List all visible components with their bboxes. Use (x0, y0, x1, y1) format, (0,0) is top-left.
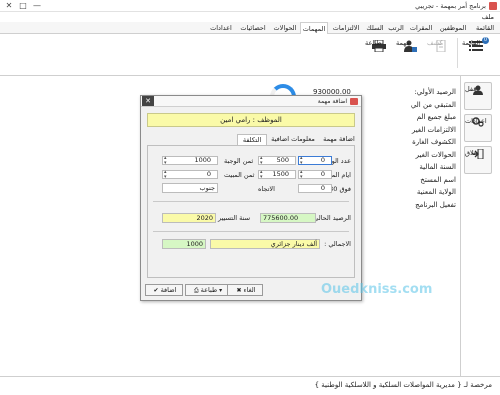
tab-menu[interactable]: القائمة (470, 22, 500, 34)
close-icon: ✖ (236, 287, 242, 294)
stepper-arrows-icon: ▴ ▾ (164, 155, 167, 166)
summary-list: الرصيد الأولي: المتبقي من الي مبلغ جميع … (366, 86, 456, 211)
add-button[interactable]: ✔ اضافة (145, 284, 183, 296)
night-cost-stepper[interactable]: ▴ ▾ 0 (162, 169, 218, 180)
year-label: سنة التسيير (218, 214, 251, 222)
close-app-button-label: اغلاق (465, 149, 480, 157)
meal-cost-stepper[interactable]: ▴ ▾ 1000 (162, 155, 218, 166)
ribbon-toolbar: 0 القائمة كشف مهمة طباعة (0, 34, 500, 76)
status-bar: مرخصة لـ { مديرية المواصلات السلكية و ال… (0, 376, 500, 395)
summary-item: الكشوف الغارة (412, 138, 456, 146)
lock-button[interactable]: قفل (464, 82, 492, 110)
summary-item: السنة المالية (419, 163, 456, 171)
panel-divider (153, 231, 349, 232)
tab-settings[interactable]: اعدادات (206, 22, 236, 34)
tab-statistics[interactable]: احصائيات (236, 22, 270, 34)
direction-select[interactable]: جنوب (162, 183, 218, 193)
dialog-close-button[interactable]: ✕ (142, 96, 154, 106)
right-sidebar: قفل اعدادات اغلاق (460, 76, 500, 376)
close-app-button[interactable]: اغلاق (464, 146, 492, 174)
balance-field: 775600.00 (260, 213, 316, 223)
tab-commitments[interactable]: الالتزامات (328, 22, 364, 34)
task-button-label: مهمة (396, 39, 410, 47)
task-button[interactable]: مهمة (396, 37, 424, 71)
chevron-down-icon: ▾ (219, 287, 223, 294)
summary-item: الولاية المعنية (416, 188, 456, 196)
ribbon-tabs: القائمة الموظفين المقرات الرتب السلك الا… (0, 22, 500, 35)
close-window-button[interactable]: ✕ (2, 0, 16, 12)
cost-panel: عدد الوجبات ▴ ▾ 0 ▴ ▾ 500 ثمن الوجبة ▴ ▾ 10… (147, 145, 355, 278)
stepper-arrows-icon: ▴ ▾ (260, 155, 263, 166)
settings-button[interactable]: اعدادات (464, 114, 492, 142)
tab-corps[interactable]: السلك (364, 22, 386, 34)
year-field: 2020 (162, 213, 216, 223)
nights-stepper[interactable]: ▴ ▾ 0 (298, 169, 332, 180)
print-button[interactable]: طباعة (365, 37, 393, 71)
cancel-button[interactable]: ✖ الغاء (227, 284, 263, 296)
print-button-label: طباعة (365, 39, 382, 47)
total-value-field: 1000 (162, 239, 206, 249)
night-cost-label: ثمن المبيت (224, 171, 255, 179)
total-label: الاجمالي : (324, 240, 351, 248)
summary-item: تفعيل البرنامج (415, 200, 456, 209)
add-task-dialog: ✕ اضافة مهمة الموظف : رامي امين اضافة مه… (140, 95, 432, 301)
summary-item: مبلغ جميع الم (416, 113, 456, 121)
lock-button-label: قفل (465, 85, 477, 93)
tab-extra-info[interactable]: معلومات اضافية (267, 134, 319, 145)
meal-price-stepper[interactable]: ▴ ▾ 500 (258, 155, 296, 166)
tab-ranks[interactable]: الرتب (386, 22, 406, 34)
file-menu[interactable]: ملف (482, 12, 494, 22)
title-bar: ✕ □ — برنامج أمر بمهمة - تجريبي (0, 0, 500, 12)
printer-icon: ⎙ (193, 287, 199, 294)
list-button-label: القائمة (462, 39, 481, 47)
maximize-window-button[interactable]: □ (16, 0, 30, 12)
direction-label: الاتجاه (258, 185, 275, 193)
ribbon-separator (457, 38, 458, 68)
summary-item: المتبقي من الي (410, 100, 456, 109)
over-30-field[interactable]: 0 (298, 184, 332, 193)
license-text: مرخصة لـ { مديرية المواصلات السلكية و ال… (314, 381, 492, 389)
tab-transfers[interactable]: الحوالات (270, 22, 300, 34)
dialog-title: اضافة مهمة (317, 98, 347, 105)
hide-button[interactable]: كشف (427, 37, 455, 71)
stepper-arrows-icon: ▴ ▾ (260, 169, 263, 180)
print-dropdown-button[interactable]: ⎙ طباعة ▾ (185, 284, 231, 296)
menu-bar: ملف (0, 12, 500, 22)
list-button[interactable]: 0 القائمة (462, 37, 490, 71)
dialog-icon (350, 98, 358, 105)
tab-employees[interactable]: الموظفين (436, 22, 470, 34)
total-in-words-field: ألف دينار جزائري (210, 239, 320, 249)
list-badge: 0 (482, 37, 489, 44)
balance-label: الرصيد الحالي (313, 214, 351, 222)
summary-item: الرصيد الأولي: (414, 88, 456, 96)
dialog-tabs: اضافة مهمة معلومات اضافية التكلفة (141, 134, 361, 146)
employee-banner: الموظف : رامي امين (147, 113, 355, 127)
watermark: Ouedkniss.com (321, 282, 433, 297)
minimize-window-button[interactable]: — (30, 0, 44, 12)
tab-add-task[interactable]: اضافة مهمة (319, 134, 359, 145)
stepper-arrows-icon: ▴ ▾ (300, 155, 303, 166)
summary-item: الحوالات الغير (415, 150, 456, 159)
tab-offices[interactable]: المقرات (406, 22, 436, 34)
meals-stepper[interactable]: ▴ ▾ 0 (298, 155, 332, 166)
check-icon: ✔ (153, 287, 159, 294)
hide-button-label: كشف (427, 39, 443, 47)
summary-item: اسم المستخ (420, 175, 456, 184)
window-title: برنامج أمر بمهمة - تجريبي (415, 2, 486, 10)
app-icon (489, 2, 497, 10)
night-price-stepper[interactable]: ▴ ▾ 1500 (258, 169, 296, 180)
stepper-arrows-icon: ▴ ▾ (164, 169, 167, 180)
summary-item: الالتزامات الغير (411, 125, 456, 134)
panel-divider (153, 201, 349, 202)
settings-button-label: اعدادات (465, 117, 487, 125)
meal-cost-label: ثمن الوجبة (224, 157, 254, 165)
stepper-arrows-icon: ▴ ▾ (300, 169, 303, 180)
dialog-title-bar: ✕ اضافة مهمة (141, 96, 361, 107)
